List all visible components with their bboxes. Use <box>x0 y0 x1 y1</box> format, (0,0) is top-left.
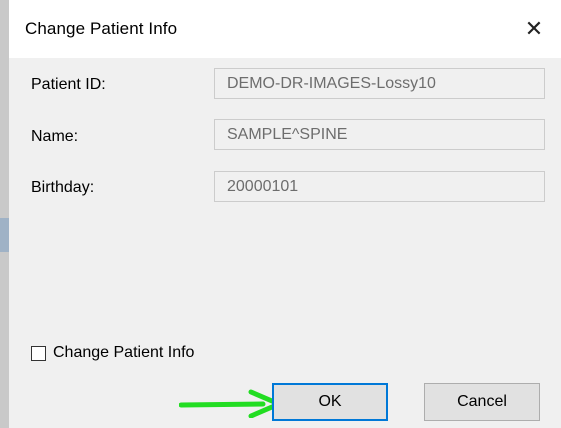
background-window-strip <box>0 0 9 428</box>
birthday-label: Birthday: <box>31 179 95 196</box>
close-button[interactable]: ✕ <box>507 0 561 58</box>
name-field[interactable]: SAMPLE^SPINE <box>214 119 545 150</box>
change-patient-info-dialog: Change Patient Info ✕ Patient ID: DEMO-D… <box>9 0 561 428</box>
background-window-accent <box>0 218 9 252</box>
ok-button[interactable]: OK <box>272 383 388 421</box>
cancel-button[interactable]: Cancel <box>424 383 540 421</box>
change-patient-info-checkbox[interactable] <box>31 345 46 361</box>
dialog-title: Change Patient Info <box>25 19 178 38</box>
change-patient-info-checkbox-label: Change Patient Info <box>53 344 195 361</box>
change-patient-info-checkbox-row[interactable]: Change Patient Info <box>31 344 194 362</box>
patient-id-field[interactable]: DEMO-DR-IMAGES-Lossy10 <box>214 68 545 99</box>
dialog-titlebar: Change Patient Info ✕ <box>9 0 561 58</box>
birthday-field[interactable]: 20000101 <box>214 171 545 202</box>
close-icon: ✕ <box>524 16 544 41</box>
name-label: Name: <box>31 128 79 145</box>
patient-id-label: Patient ID: <box>31 76 106 93</box>
